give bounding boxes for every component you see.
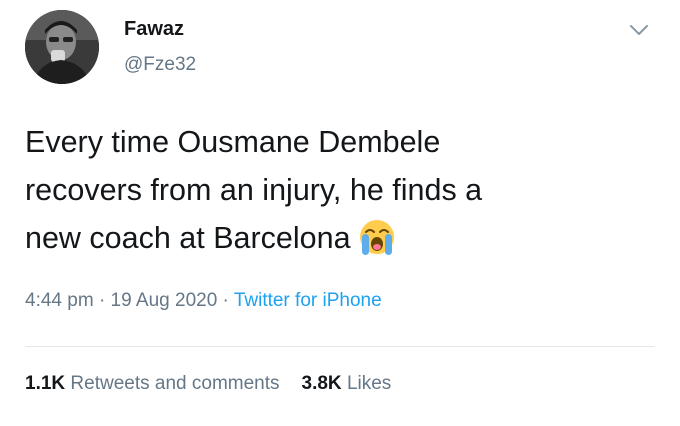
tweet-date[interactable]: 19 Aug 2020 bbox=[111, 290, 218, 311]
meta-separator: · bbox=[98, 290, 106, 311]
avatar-photo bbox=[25, 10, 99, 84]
tweet-source-link[interactable]: Twitter for iPhone bbox=[234, 290, 382, 311]
tweet-text-line: recovers from an injury, he finds a bbox=[25, 173, 483, 207]
likes-count: 3.8K bbox=[301, 373, 342, 394]
likes-label: Likes bbox=[346, 373, 392, 394]
retweets-count: 1.1K bbox=[25, 373, 66, 394]
tweet-text-line: Every time Ousmane Dembele bbox=[25, 125, 441, 159]
chevron-down-icon[interactable] bbox=[628, 22, 650, 38]
likes-stat[interactable]: 3.8K Likes bbox=[302, 373, 392, 394]
tweet-text: Every time Ousmane Dembele recovers from… bbox=[25, 118, 655, 262]
tweet-text-line-last: new coach at Barcelona bbox=[25, 214, 655, 262]
avatar[interactable] bbox=[25, 10, 99, 84]
tweet-stats: 1.1K Retweets and comments 3.8K Likes bbox=[25, 373, 391, 395]
tweet-text-line: new coach at Barcelona bbox=[25, 221, 351, 255]
retweets-label: Retweets and comments bbox=[70, 373, 280, 394]
tweet-time[interactable]: 4:44 pm bbox=[25, 290, 94, 311]
user-handle[interactable]: @Fze32 bbox=[124, 54, 196, 76]
tweet-metadata: 4:44 pm · 19 Aug 2020 · Twitter for iPho… bbox=[25, 290, 382, 312]
divider bbox=[25, 346, 655, 347]
loudly-crying-face-icon bbox=[357, 218, 397, 256]
meta-separator: · bbox=[222, 290, 229, 311]
tweet-card: Fawaz @Fze32 Every time Ousmane Dembele … bbox=[0, 0, 680, 426]
display-name[interactable]: Fawaz bbox=[124, 18, 184, 41]
retweets-stat[interactable]: 1.1K Retweets and comments bbox=[25, 373, 280, 394]
